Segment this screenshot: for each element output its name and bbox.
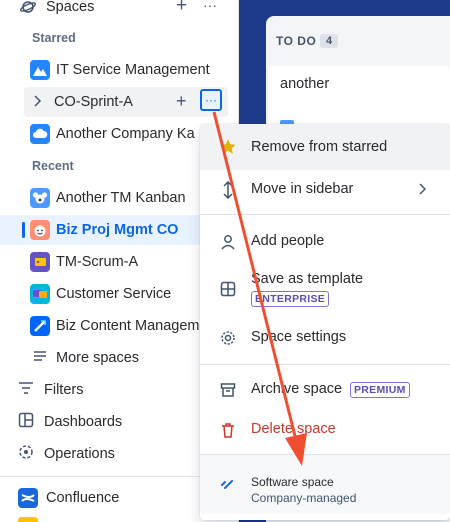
- cloud-icon: [30, 124, 50, 144]
- sidebar-item-label: Customer Service: [56, 286, 172, 302]
- more-spaces-label: More spaces: [56, 350, 140, 366]
- sidebar-item-label: Operations: [44, 446, 115, 462]
- menu-item-label: Archive space: [251, 381, 343, 397]
- menu-item-label: Space settings: [251, 329, 347, 345]
- software-space-subtitle: Company-managed: [251, 491, 357, 505]
- gear-icon: [218, 328, 238, 348]
- trash-icon: [218, 420, 238, 440]
- menu-item-move-in-sidebar[interactable]: Move in sidebar: [200, 170, 450, 210]
- chevron-right-icon[interactable]: [32, 94, 42, 110]
- sidebar-item-label: IT Service Management: [56, 62, 210, 78]
- sidebar-item-label: Another Company Ka: [56, 126, 195, 142]
- issue-card-title: another: [280, 76, 330, 92]
- active-indicator: [22, 222, 25, 238]
- menu-item-remove-from-starred[interactable]: Remove from starred: [200, 124, 450, 170]
- menu-item-label: Save as template: [251, 271, 364, 287]
- software-space-icon: [220, 476, 234, 495]
- enterprise-badge: ENTERPRISE: [251, 291, 330, 307]
- sidebar-item-label: TM-Scrum-A: [56, 254, 139, 270]
- software-space-title: Software space: [251, 475, 334, 489]
- star-icon: [218, 137, 238, 157]
- menu-item-label: Delete space: [251, 421, 336, 437]
- spaces-header[interactable]: Spaces + ···: [0, 0, 236, 22]
- add-space-button[interactable]: +: [176, 0, 187, 17]
- menu-item-space-settings[interactable]: Space settings: [200, 320, 450, 356]
- template-icon: [218, 279, 238, 299]
- sidebar-item-label: Another TM Kanban: [56, 190, 186, 206]
- menu-item-add-people[interactable]: Add people: [200, 224, 450, 260]
- sidebar-item-label: Biz Content Managem: [56, 318, 200, 334]
- sidebar-item-label: Confluence: [46, 490, 120, 506]
- sidebar-item-it-service-management[interactable]: IT Service Management: [0, 55, 236, 85]
- menu-item-archive-space[interactable]: Archive space PREMIUM: [200, 372, 450, 408]
- archive-icon: [218, 380, 238, 400]
- more-dots: ···: [205, 93, 217, 107]
- menu-divider: [200, 364, 450, 365]
- spaces-title: Spaces: [46, 0, 95, 15]
- menu-lines-icon: [32, 350, 48, 366]
- next-app-icon: [18, 517, 38, 522]
- add-child-button[interactable]: +: [176, 91, 187, 112]
- starred-label: Starred: [32, 31, 76, 45]
- filter-icon: [18, 381, 36, 399]
- menu-item-save-as-template[interactable]: Save as template ENTERPRISE: [200, 264, 450, 314]
- menu-divider: [200, 454, 450, 455]
- space-actions-menu: Remove from starred Move in sidebar Add …: [200, 124, 450, 520]
- sidebar-item-label: CO-Sprint-A: [54, 94, 133, 110]
- premium-badge: PREMIUM: [350, 382, 410, 398]
- sidebar-item-co-sprint-a[interactable]: CO-Sprint-A + ···: [24, 87, 228, 117]
- operations-icon: [18, 444, 36, 464]
- person-icon: [218, 232, 238, 252]
- chevron-right-icon: [418, 183, 427, 199]
- menu-item-label: Add people: [251, 233, 325, 249]
- mountain-icon: [30, 60, 50, 80]
- spaces-more-button[interactable]: ···: [203, 0, 217, 13]
- menu-item-label: Move in sidebar: [251, 181, 354, 197]
- sidebar-item-label: Filters: [44, 382, 84, 398]
- koala-icon: [30, 188, 50, 208]
- recent-label: Recent: [32, 159, 74, 173]
- column-title: TO DO: [276, 34, 317, 48]
- sidebar-item-label: Biz Proj Mgmt CO: [56, 222, 179, 238]
- tag-icon: [30, 252, 50, 272]
- dashboard-icon: [18, 412, 36, 432]
- menu-item-delete-space[interactable]: Delete space: [200, 412, 450, 448]
- sidebar-item-label: Dashboards: [44, 414, 123, 430]
- menu-divider: [200, 214, 450, 215]
- planet-icon: [18, 0, 38, 17]
- move-vertical-icon: [218, 180, 238, 200]
- menu-item-label: Remove from starred: [251, 139, 388, 155]
- more-actions-button[interactable]: ···: [200, 89, 222, 111]
- chat-icon: [30, 284, 50, 304]
- confluence-icon: [18, 488, 38, 508]
- face-icon: [30, 220, 50, 240]
- rocket-icon: [30, 316, 50, 336]
- column-count: 4: [320, 34, 339, 48]
- menu-item-software-space[interactable]: Software space Company-managed: [200, 454, 450, 514]
